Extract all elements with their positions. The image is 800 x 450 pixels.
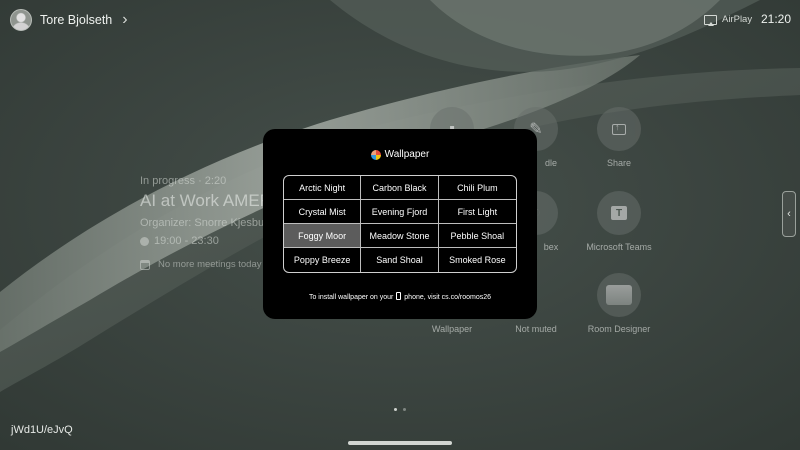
wallpaper-option[interactable]: Smoked Rose (439, 248, 516, 272)
dialog-title: Wallpaper (384, 149, 430, 160)
top-bar: Tore Bjolseth › AirPlay 21:20 (0, 0, 800, 40)
dialog-title-row: Wallpaper (263, 149, 537, 160)
wallpaper-option[interactable]: Chili Plum (438, 176, 516, 200)
app-room-designer[interactable]: Room Designer (569, 273, 669, 334)
wallpaper-option-selected[interactable]: Foggy Moor (284, 224, 362, 248)
app-label: Room Designer (587, 324, 651, 334)
app-microsoft-teams[interactable]: T Microsoft Teams (569, 191, 669, 252)
chevron-right-icon: › (122, 11, 128, 28)
no-meetings-row: No more meetings today (140, 259, 262, 270)
meeting-organizer: Organizer: Snorre Kjesbu (140, 217, 265, 229)
user-profile[interactable]: Tore Bjolseth › (10, 9, 128, 31)
palette-icon (370, 149, 381, 160)
wallpaper-option[interactable]: Carbon Black (361, 176, 439, 200)
home-indicator[interactable] (348, 441, 452, 445)
wallpaper-option[interactable]: Pebble Shoal (438, 224, 516, 248)
install-text-start: To install wallpaper on your (308, 294, 394, 301)
pairing-code: jWd1U/eJvQ (11, 424, 73, 436)
clock: 21:20 (761, 12, 792, 26)
wallpaper-option[interactable]: First Light (438, 200, 516, 224)
meeting-status: In progress · 2:20 (140, 175, 227, 187)
airplay-label: AirPlay (722, 14, 753, 25)
wallpaper-options-grid: Arctic Night Carbon Black Chili Plum Cry… (283, 175, 517, 273)
user-name: Tore Bjolseth (40, 13, 113, 27)
page-dot (403, 408, 406, 411)
meeting-info: In progress · 2:20 AI at Work AMER Organ… (140, 175, 272, 270)
wallpaper-option[interactable]: Crystal Mist (284, 200, 362, 224)
calendar-icon (140, 259, 150, 270)
chevron-left-icon: ‹ (787, 208, 791, 220)
room-designer-icon (597, 273, 641, 317)
globe-icon (140, 236, 149, 246)
app-label: Share (606, 158, 632, 168)
meeting-title: AI at Work AMER (140, 191, 272, 210)
page-dot-active (394, 408, 397, 411)
install-instructions: To install wallpaper on your phone, visi… (263, 292, 537, 301)
meeting-time-range: 19:00 - 23:30 (154, 235, 219, 247)
share-icon (597, 107, 641, 151)
airplay-icon (704, 14, 717, 26)
phone-icon (396, 292, 402, 300)
wallpaper-dialog: Wallpaper Arctic Night Carbon Black Chil… (263, 129, 537, 319)
airplay-button[interactable]: AirPlay (704, 14, 753, 26)
avatar (10, 9, 32, 31)
no-meetings-label: No more meetings today (158, 259, 262, 270)
app-share[interactable]: Share (569, 107, 669, 168)
wallpaper-option[interactable]: Arctic Night (284, 176, 362, 200)
install-text-end: phone, visit cs.co/roomos26 (404, 294, 492, 301)
page-indicator[interactable] (394, 408, 406, 411)
wallpaper-option[interactable]: Evening Fjord (361, 200, 439, 224)
wallpaper-option[interactable]: Meadow Stone (361, 224, 439, 248)
meeting-time: 19:00 - 23:30 (140, 235, 272, 247)
wallpaper-option[interactable]: Poppy Breeze (284, 248, 362, 272)
wallpaper-option[interactable]: Sand Shoal (361, 248, 439, 272)
side-drawer-handle[interactable]: ‹ (782, 191, 796, 237)
teams-icon: T (597, 191, 641, 235)
app-label: Microsoft Teams (586, 242, 652, 252)
